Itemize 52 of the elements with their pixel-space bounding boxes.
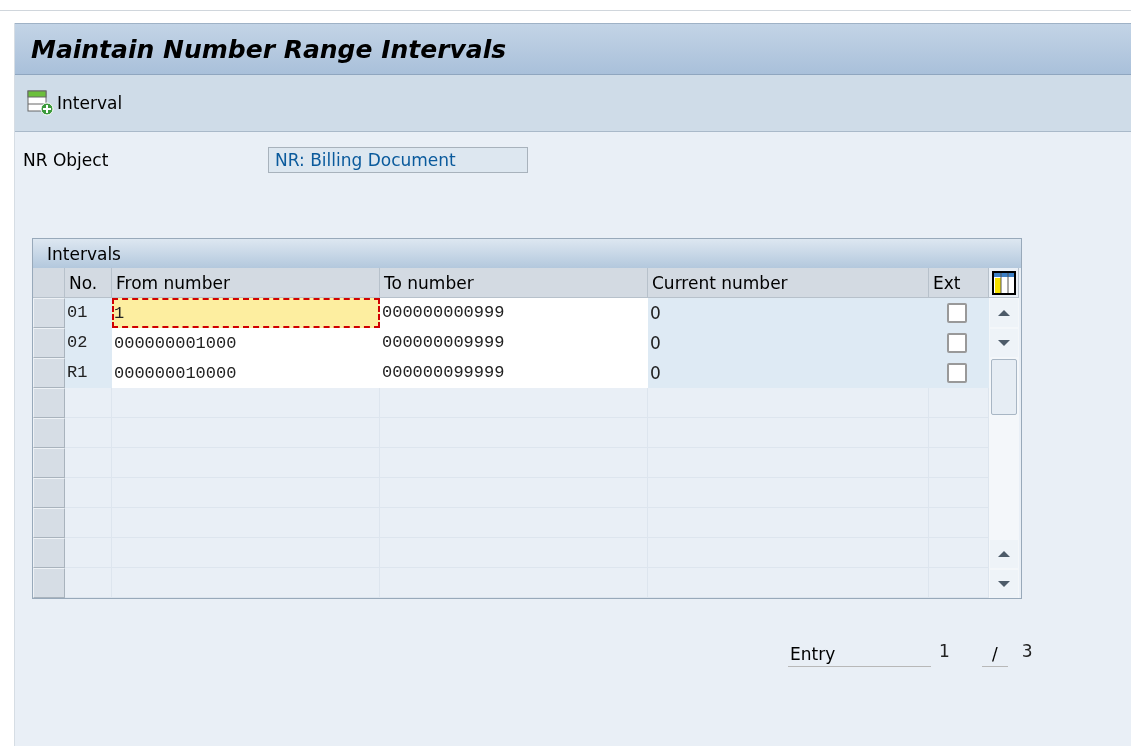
scroll-up-button[interactable]	[990, 299, 1018, 327]
row-selector[interactable]	[33, 388, 65, 418]
entry-total: 3	[1020, 641, 1034, 663]
interval-button[interactable]: Interval	[25, 88, 125, 118]
column-header[interactable]: Current number	[648, 268, 929, 298]
row-selector[interactable]	[33, 298, 65, 328]
entry-current: 1	[938, 641, 951, 663]
column-settings-icon[interactable]	[991, 270, 1016, 295]
input-field[interactable]: 000000000999	[380, 298, 648, 328]
input-field[interactable]: 000000010000	[112, 358, 380, 388]
entry-label: Entry	[788, 642, 931, 667]
input-field[interactable]: 000000099999	[380, 358, 648, 388]
table-cell: 01	[65, 298, 112, 328]
row-selector[interactable]	[33, 568, 65, 598]
down-arrow-icon	[998, 340, 1010, 346]
page-down-button[interactable]	[990, 570, 1018, 598]
select-all-button[interactable]	[33, 268, 65, 298]
column-header[interactable]: To number	[380, 268, 648, 298]
table-cell: 0	[648, 328, 929, 358]
readonly-field: NR: Billing Document	[268, 147, 528, 173]
row-selector[interactable]	[33, 508, 65, 538]
column-header[interactable]: No.	[65, 268, 112, 298]
row-selector[interactable]	[33, 328, 65, 358]
field-label: NR Object	[23, 150, 110, 170]
row-selector[interactable]	[33, 358, 65, 388]
scroll-down-button[interactable]	[990, 329, 1018, 357]
checkbox[interactable]	[947, 363, 967, 383]
up-arrow-icon	[998, 310, 1010, 316]
column-header[interactable]: Ext	[929, 268, 989, 298]
row-selector[interactable]	[33, 418, 65, 448]
add-row-icon	[27, 90, 55, 116]
row-selector[interactable]	[33, 538, 65, 568]
page-up-button[interactable]	[990, 540, 1018, 568]
table-cell: 0	[648, 298, 929, 328]
row-selector[interactable]	[33, 478, 65, 508]
input-field[interactable]: 1	[112, 298, 380, 328]
checkbox[interactable]	[947, 333, 967, 353]
window-title: Maintain Number Range Intervals	[31, 34, 507, 64]
up-arrow-icon	[998, 551, 1010, 557]
table-title: Intervals	[33, 239, 1021, 268]
table-cell: 0	[648, 358, 929, 388]
down-arrow-icon	[998, 581, 1010, 587]
input-field[interactable]: 000000009999	[380, 328, 648, 358]
input-field[interactable]: 000000001000	[112, 328, 380, 358]
checkbox[interactable]	[947, 303, 967, 323]
column-header[interactable]: From number	[112, 268, 380, 298]
row-selector[interactable]	[33, 448, 65, 478]
separator-text: /	[981, 644, 1008, 667]
table-cell: R1	[65, 358, 112, 388]
scrollbar[interactable]	[989, 298, 1019, 598]
table-cell: 02	[65, 328, 112, 358]
scrollbar-thumb[interactable]	[991, 359, 1017, 415]
